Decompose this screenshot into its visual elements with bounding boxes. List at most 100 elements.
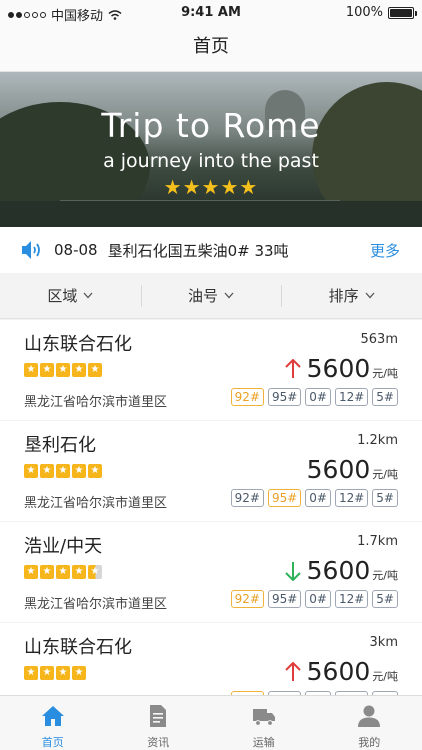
price-value: 5600 (306, 657, 371, 686)
oil-tag[interactable]: 92# (230, 388, 264, 406)
tab-transport[interactable]: 运输 (211, 696, 317, 750)
banner-rating-stars: ★★★★★ (163, 175, 259, 199)
battery-percent: 100% (345, 5, 383, 20)
station-price: 5600 元/吨 (284, 556, 398, 585)
filter-oil-type-label: 油号 (188, 287, 219, 305)
status-bar: 中国移动 9:41 AM 100% (0, 0, 422, 24)
star-icon: ★ (24, 363, 38, 377)
station-item[interactable]: 浩业/中天 1.7km ★ ★ ★ ★ ★ 5600 元/吨黑龙江省哈尔滨市道里区 92# 95# 0… (0, 522, 422, 622)
station-item[interactable]: 山东联合石化3km★★★★5600元/吨92#95#0#12#5# (0, 623, 422, 695)
speaker-icon (22, 241, 40, 259)
price-unit: 元/吨 (372, 367, 398, 380)
star-icon: ★ (72, 464, 86, 478)
station-distance: 563m (360, 332, 398, 347)
tab-home[interactable]: 首页 (0, 696, 106, 750)
truck-icon (252, 709, 275, 726)
oil-tag[interactable]: 0# (305, 388, 331, 406)
oil-tag[interactable]: 95# (267, 590, 302, 608)
banner-title: Trip to Rome (101, 106, 321, 145)
station-distance: 1.7km (357, 534, 398, 549)
oil-tag[interactable]: 12# (334, 489, 369, 507)
notice-text: 垦利石化国五柴油0# 33吨 (107, 241, 289, 260)
star-icon: ★ (88, 464, 102, 478)
station-item[interactable]: 垦利石化 1.2km ★ ★ ★ ★ ★ 5600 元/吨 黑龙江省哈尔滨市道里区 92# 95# 0#… (0, 421, 422, 521)
star-icon: ★ (24, 565, 38, 579)
star-icon: ★ (24, 464, 38, 478)
station-name: 山东联合石化 (24, 637, 132, 658)
notice-date: 08-08 (54, 241, 98, 259)
oil-tag[interactable]: 0# (305, 590, 331, 608)
battery-icon (388, 6, 417, 19)
station-name: 山东联合石化 (24, 334, 132, 355)
oil-tag[interactable]: 12# (334, 388, 369, 406)
star-icon: ★ (40, 464, 54, 478)
station-name: 浩业/中天 (24, 536, 103, 557)
station-distance: 1.2km (357, 433, 398, 448)
filter-region-label: 区域 (47, 287, 78, 305)
document-icon (150, 705, 167, 727)
star-icon: ★ (72, 666, 86, 680)
station-price: 5600 元/吨 (284, 657, 398, 686)
station-address: 黑龙江省哈尔滨市道里区 (24, 597, 168, 612)
filter-bar: 区域 油号 排序 (0, 273, 422, 319)
oil-tag[interactable]: 5# (372, 388, 398, 406)
price-unit: 元/吨 (372, 468, 398, 481)
user-icon (358, 705, 381, 727)
station-rating: ★ ★ ★ ★ (24, 666, 86, 680)
station-rating: ★ ★ ★ ★ ★ (24, 464, 102, 478)
tab-bar: 首页 资讯 运输 我的 (0, 695, 422, 750)
tab-mine-label: 我的 (358, 736, 381, 749)
price-value: 5600 (306, 354, 371, 383)
filter-sort[interactable]: 排序 (281, 273, 422, 318)
price-unit: 元/吨 (372, 670, 398, 683)
station-name: 垦利石化 (24, 435, 96, 456)
oil-tag[interactable]: 5# (372, 489, 398, 507)
tab-transport-label: 运输 (252, 736, 275, 749)
oil-tag[interactable]: 0# (305, 489, 331, 507)
banner[interactable]: Trip to Rome a journey into the past ★★★… (0, 72, 422, 227)
banner-image-water (0, 201, 422, 227)
station-address: 黑龙江省哈尔滨市道里区 (24, 395, 168, 410)
station-distance: 3km (369, 635, 398, 650)
star-icon: ★ (40, 363, 54, 377)
station-address: 黑龙江省哈尔滨市道里区 (24, 496, 168, 511)
oil-tag[interactable]: 95# (267, 388, 302, 406)
star-icon: ★ (56, 464, 70, 478)
station-list[interactable]: 山东联合石化 563m ★ ★ ★ ★ ★ 5600 元/吨 黑龙江省哈尔滨市道里区 92# 95# 0… (0, 320, 422, 695)
notice-more-link[interactable]: 更多 (370, 240, 400, 261)
chevron-down-icon (83, 292, 93, 299)
arrow-up-icon (284, 661, 301, 681)
tab-news-label: 资讯 (147, 736, 170, 749)
price-value: 5600 (306, 455, 371, 484)
station-rating: ★ ★ ★ ★ ★ (24, 363, 102, 377)
station-item[interactable]: 山东联合石化 563m ★ ★ ★ ★ ★ 5600 元/吨 黑龙江省哈尔滨市道里区 92# 95# 0… (0, 320, 422, 420)
page-title: 首页 (193, 36, 229, 57)
home-icon (41, 706, 64, 726)
oil-tag[interactable]: 95# (267, 489, 302, 507)
filter-oil-type[interactable]: 油号 (140, 273, 282, 318)
station-rating: ★ ★ ★ ★ ★ (24, 565, 102, 579)
half-star-icon: ★ (88, 565, 102, 579)
oil-tag[interactable]: 5# (372, 590, 398, 608)
star-icon: ★ (40, 565, 54, 579)
oil-tag[interactable]: 92# (230, 590, 264, 608)
chevron-down-icon (224, 292, 234, 299)
star-icon: ★ (40, 666, 54, 680)
tab-home-label: 首页 (41, 736, 64, 749)
star-icon: ★ (56, 666, 70, 680)
oil-tag[interactable]: 92# (230, 489, 264, 507)
star-icon: ★ (72, 565, 86, 579)
star-icon: ★ (88, 363, 102, 377)
notice-bar[interactable]: 08-08 垦利石化国五柴油0# 33吨 更多 (0, 227, 422, 273)
star-icon: ★ (56, 363, 70, 377)
status-right: 100% (345, 5, 417, 20)
filter-region[interactable]: 区域 (0, 273, 141, 318)
star-icon: ★ (24, 666, 38, 680)
tab-news[interactable]: 资讯 (106, 696, 212, 750)
tab-mine[interactable]: 我的 (317, 696, 422, 750)
arrow-down-icon (284, 561, 301, 581)
oil-tags: 92#95#0#12#5# (230, 590, 398, 608)
oil-tag[interactable]: 12# (334, 590, 369, 608)
chevron-down-icon (365, 292, 375, 299)
star-icon: ★ (72, 363, 86, 377)
